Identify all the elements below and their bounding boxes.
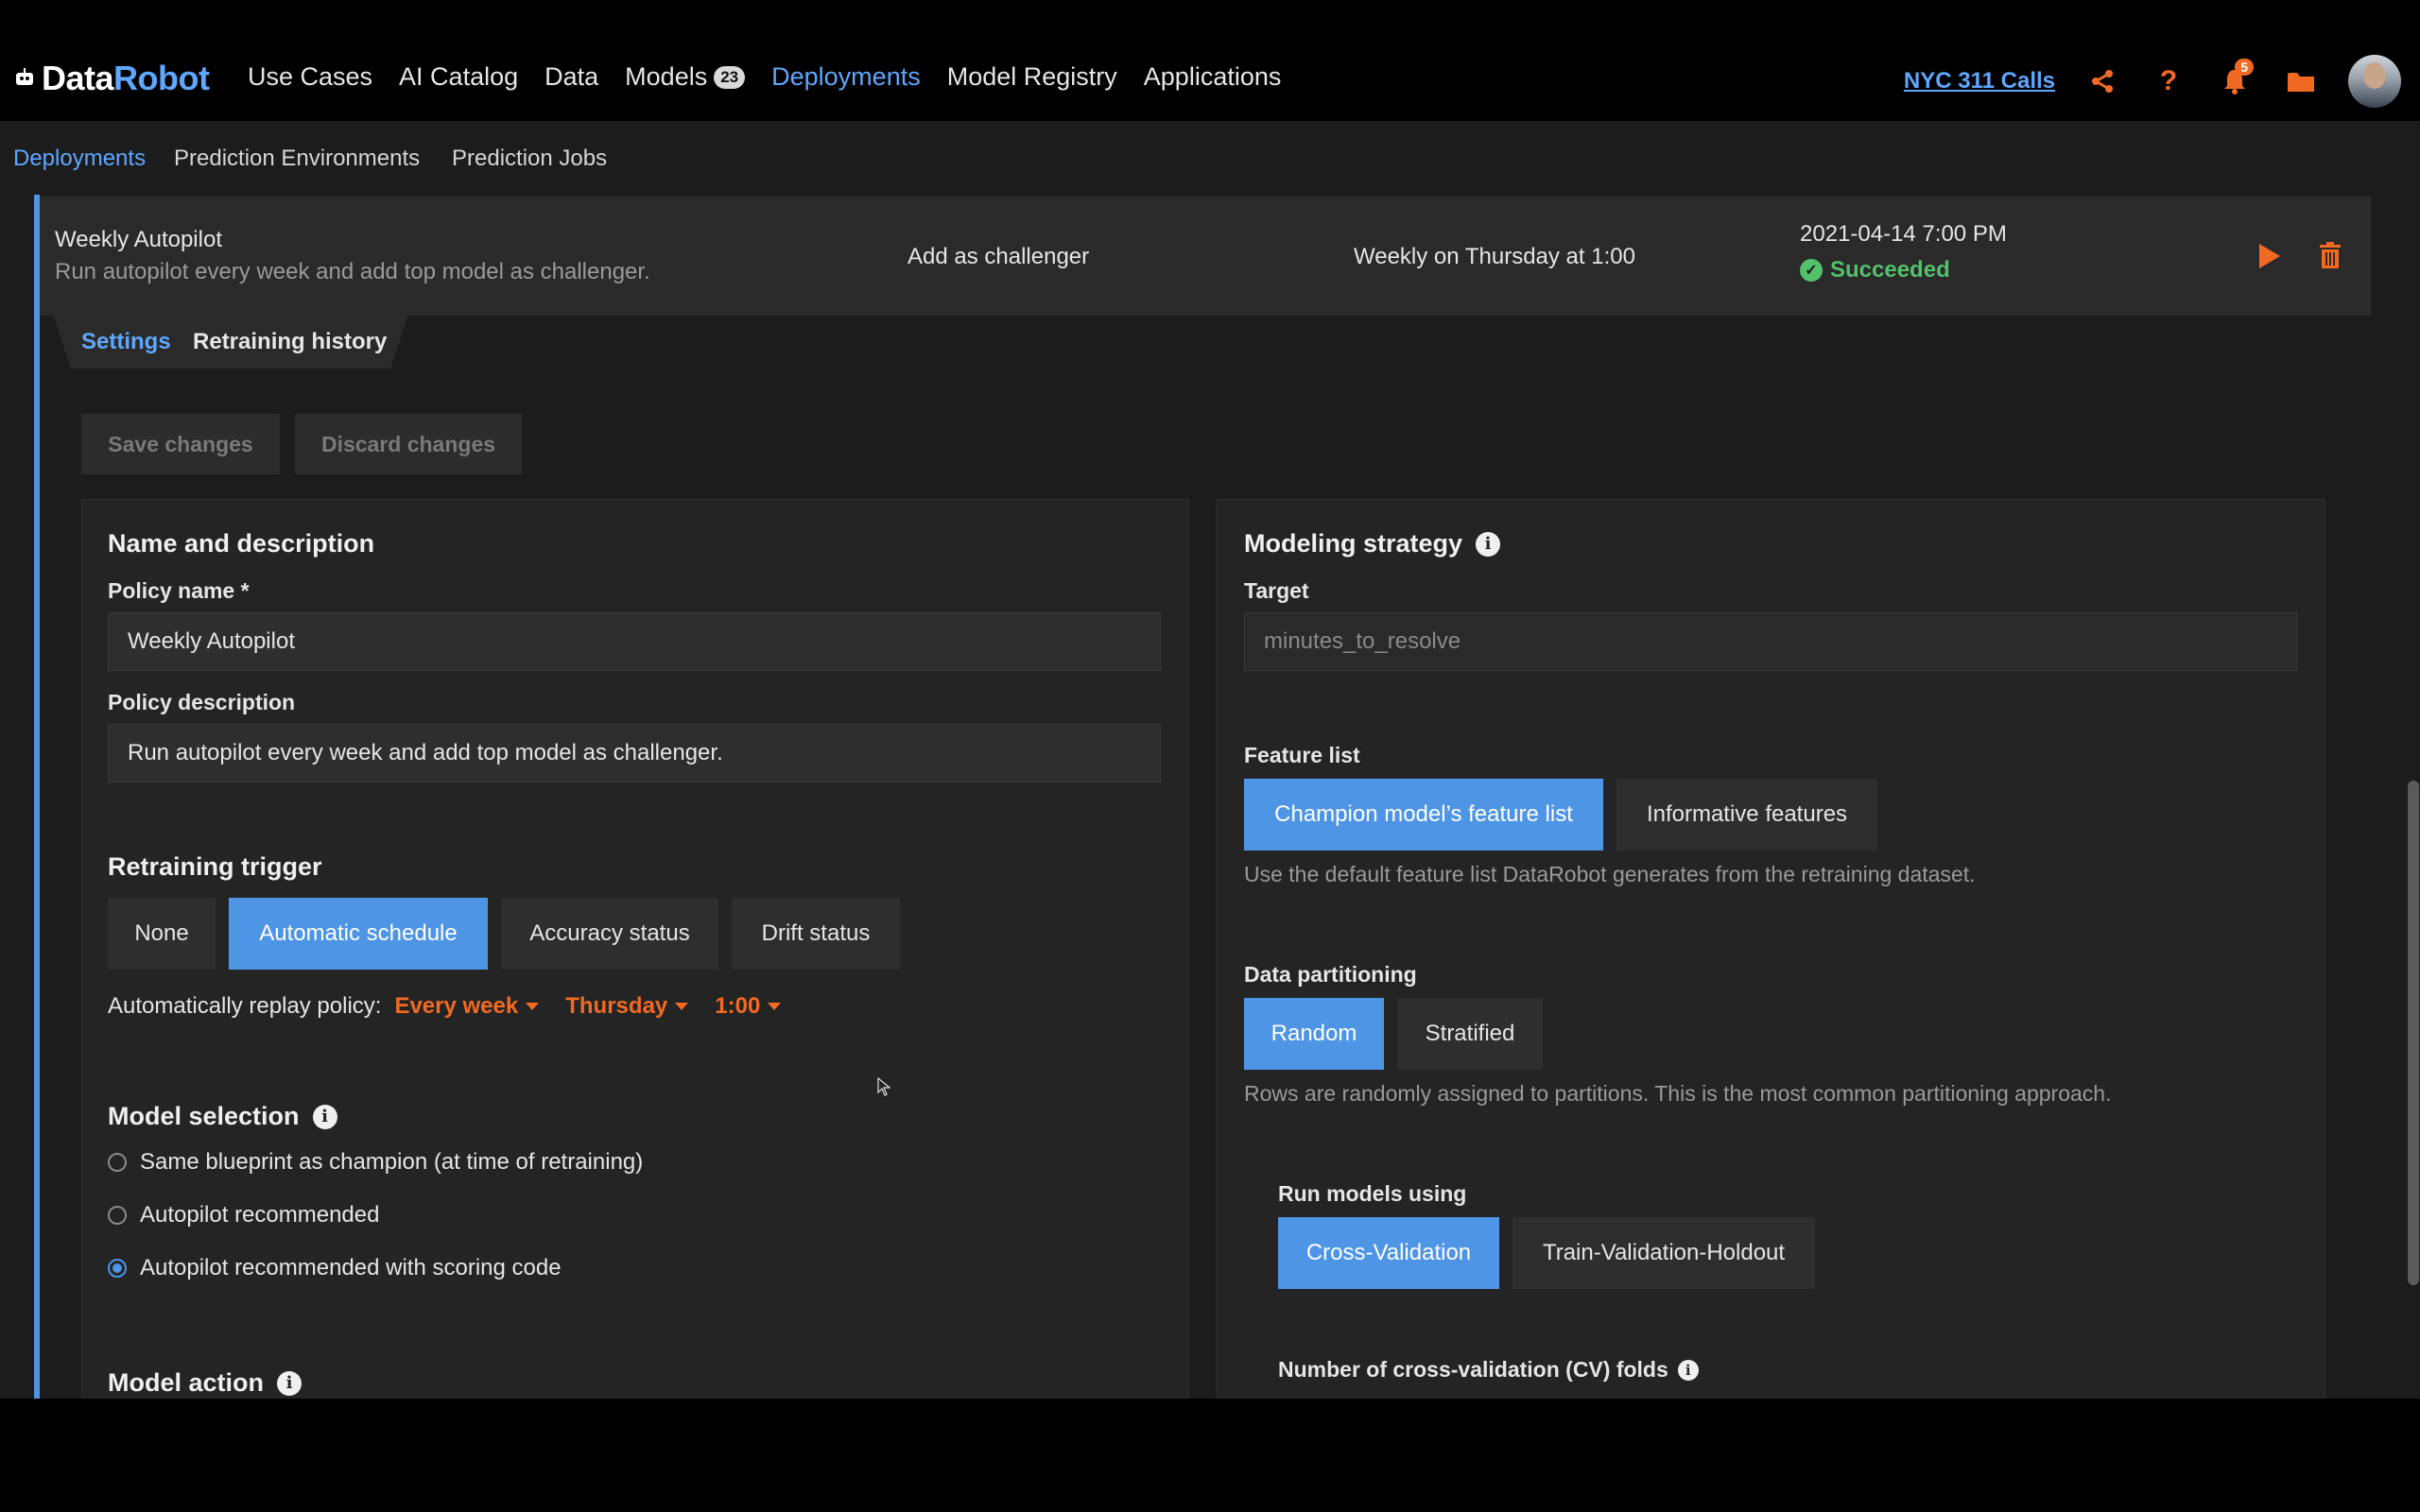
nav-data[interactable]: Data [544,62,598,92]
project-link[interactable]: NYC 311 Calls [1904,68,2055,94]
replay-policy-row: Automatically replay policy: Every week … [108,993,782,1020]
play-icon[interactable] [2259,244,2280,268]
caret-down-icon [768,1003,782,1010]
model-option-autopilot-scoring-code[interactable]: Autopilot recommended with scoring code [108,1255,562,1281]
sub-nav: Deployments Prediction Environments Pred… [0,121,2420,195]
info-icon[interactable]: i [1677,1359,1699,1381]
policy-description-label: Policy description [108,690,296,714]
info-icon[interactable]: i [277,1370,302,1396]
info-icon[interactable]: i [312,1104,337,1129]
trash-icon[interactable] [2320,242,2341,268]
trigger-automatic-schedule[interactable]: Automatic schedule [229,898,488,970]
check-circle-icon: ✓ [1800,259,1823,282]
modeling-strategy-title: Modeling strategy i [1244,529,1501,558]
trigger-accuracy-status[interactable]: Accuracy status [501,898,718,970]
frequency-dropdown[interactable]: Every week [394,993,540,1020]
policy-tabs: Settings Retraining history [53,314,408,369]
nav-ai-catalog[interactable]: AI Catalog [399,62,518,92]
status-badge: ✓ Succeeded [1800,257,1950,284]
model-option-autopilot[interactable]: Autopilot recommended [108,1202,379,1228]
bell-icon[interactable]: 5 [2216,59,2254,100]
replay-label: Automatically replay policy: [108,993,382,1019]
feature-list-label: Feature list [1244,743,1360,767]
subnav-deployments[interactable]: Deployments [13,146,146,172]
day-dropdown[interactable]: Thursday [565,993,689,1020]
policy-row-description: Run autopilot every week and add top mod… [55,259,650,284]
info-icon[interactable]: i [1476,531,1501,557]
vertical-scrollbar[interactable] [2408,781,2419,1285]
folder-icon[interactable] [2282,62,2320,100]
cv-folds-label: Number of cross-validation (CV) folds i [1278,1357,1699,1383]
run-train-validation-holdout[interactable]: Train-Validation-Holdout [1512,1217,1815,1289]
feature-list-help: Use the default feature list DataRobot g… [1244,862,1976,886]
nav-deployments[interactable]: Deployments [771,62,921,92]
mouse-cursor-icon [877,1077,890,1096]
target-label: Target [1244,578,1309,603]
share-icon[interactable] [2083,62,2121,100]
tab-retraining-history[interactable]: Retraining history [193,329,387,355]
policy-row[interactable]: Weekly Autopilot Run autopilot every wee… [40,197,2371,316]
user-avatar[interactable] [2348,55,2401,108]
nav-right: NYC 311 Calls ? 5 [1904,55,2401,108]
subnav-prediction-environments[interactable]: Prediction Environments [174,146,420,172]
model-action-title: Model action i [108,1368,302,1398]
trigger-none[interactable]: None [108,898,216,970]
radio-button-selected[interactable] [108,1259,127,1278]
radio-button[interactable] [108,1153,127,1172]
help-icon[interactable]: ? [2150,62,2187,100]
main-nav: Use Cases AI Catalog Data Models 23 Deplo… [248,62,1307,92]
run-models-label: Run models using [1278,1181,1467,1206]
model-option-same-blueprint[interactable]: Same blueprint as champion (at time of r… [108,1149,643,1176]
top-nav: DataRobot Use Cases AI Catalog Data Mode… [0,0,2420,121]
policy-row-last-run: 2021-04-14 7:00 PM [1800,221,2007,247]
model-selection-title: Model selection i [108,1102,337,1131]
partition-random[interactable]: Random [1244,998,1384,1070]
caret-down-icon [526,1003,540,1010]
feature-list-champion[interactable]: Champion model’s feature list [1244,779,1603,850]
data-partitioning-label: Data partitioning [1244,962,1417,987]
main-content: Weekly Autopilot Run autopilot every wee… [0,195,2420,1399]
robot-icon [16,68,33,85]
retraining-trigger-title: Retraining trigger [108,852,322,881]
partition-stratified[interactable]: Stratified [1397,998,1543,1070]
brand-name: DataRobot [42,59,210,97]
policy-name-label: Policy name * [108,578,250,603]
caret-down-icon [675,1003,689,1010]
models-count-badge: 23 [714,65,746,89]
policy-description-input[interactable]: Run autopilot every week and add top mod… [108,724,1161,782]
partition-help: Rows are randomly assigned to partitions… [1244,1081,2112,1106]
feature-list-informative[interactable]: Informative features [1616,779,1877,850]
trigger-drift-status[interactable]: Drift status [732,898,900,970]
run-cross-validation[interactable]: Cross-Validation [1278,1217,1499,1289]
radio-button[interactable] [108,1206,127,1225]
save-changes-button[interactable]: Save changes [81,414,280,474]
policy-row-title: Weekly Autopilot [55,227,222,252]
tab-settings[interactable]: Settings [81,329,171,355]
selected-row-accent [34,195,40,1399]
name-description-title: Name and description [108,529,375,558]
time-dropdown[interactable]: 1:00 [715,993,782,1020]
notification-count: 5 [2235,59,2254,76]
nav-model-registry[interactable]: Model Registry [947,62,1117,92]
target-input: minutes_to_resolve [1244,612,2297,671]
policy-row-schedule: Weekly on Thursday at 1:00 [1354,244,1635,269]
policy-row-action: Add as challenger [908,244,1090,269]
policy-name-input[interactable]: Weekly Autopilot [108,612,1161,671]
datarobot-logo[interactable]: DataRobot [13,59,210,98]
discard-changes-button[interactable]: Discard changes [295,414,522,474]
subnav-prediction-jobs[interactable]: Prediction Jobs [452,146,607,172]
nav-applications[interactable]: Applications [1144,62,1282,92]
nav-use-cases[interactable]: Use Cases [248,62,372,92]
nav-models[interactable]: Models 23 [625,62,746,92]
